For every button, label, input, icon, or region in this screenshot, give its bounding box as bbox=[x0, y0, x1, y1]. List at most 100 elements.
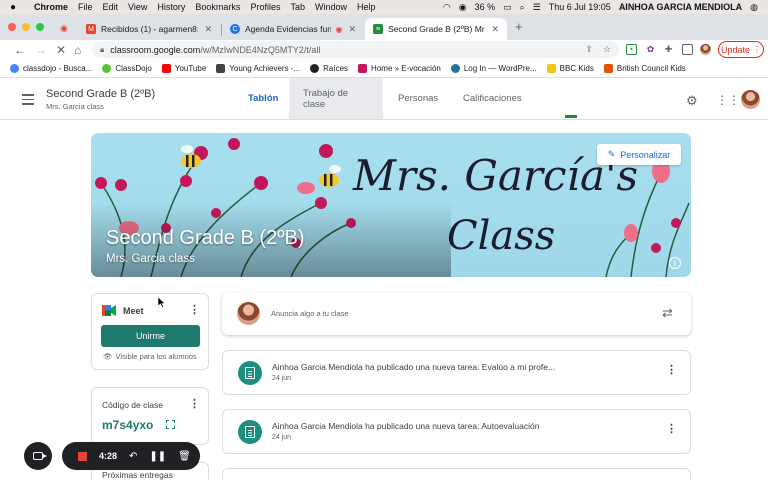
close-icon[interactable]: ✕ bbox=[204, 24, 212, 35]
upcoming-label: Próximas entregas bbox=[102, 470, 173, 480]
eye-icon: 👁︎ bbox=[103, 352, 113, 361]
menu-view[interactable]: View bbox=[128, 2, 147, 12]
more-options-icon[interactable]: ⋮ bbox=[189, 399, 200, 410]
bookmark-young-achievers[interactable]: Young Achievers -... bbox=[216, 64, 300, 73]
delete-icon[interactable]: 🗑︎ bbox=[178, 451, 191, 462]
wifi-icon[interactable]: ◠ bbox=[443, 2, 451, 13]
main-menu-icon[interactable] bbox=[22, 94, 34, 108]
tab-gmail[interactable]: M Recibidos (1) - agarmen818@ ✕ bbox=[78, 18, 220, 40]
classdojo-icon bbox=[102, 64, 112, 73]
close-icon[interactable]: ✕ bbox=[491, 24, 499, 35]
join-meet-button[interactable]: Unirme bbox=[101, 325, 200, 347]
profile-avatar[interactable] bbox=[700, 44, 711, 55]
undo-icon[interactable]: ↶ bbox=[129, 451, 137, 462]
zoom-window-button[interactable] bbox=[36, 23, 44, 31]
tab-classwork[interactable]: Trabajo de clase bbox=[289, 78, 383, 119]
camera-toggle-button[interactable] bbox=[24, 442, 52, 470]
stop-loading-icon[interactable]: ✕ bbox=[56, 42, 66, 58]
tab-classroom[interactable]: ≡ Second Grade B (2ºB) Mrs. Ga ✕ bbox=[365, 18, 507, 40]
customize-button[interactable]: ✎ Personalizar bbox=[597, 144, 681, 165]
assignment-icon bbox=[238, 420, 262, 444]
lock-icon[interactable]: 🔒︎ bbox=[100, 45, 104, 55]
apple-icon[interactable]: ● bbox=[10, 2, 20, 13]
share-icon[interactable]: ⇪ bbox=[585, 44, 593, 55]
menu-window[interactable]: Window bbox=[315, 2, 347, 12]
bookmark-bbc-kids[interactable]: BBC Kids bbox=[546, 64, 594, 73]
youtube-icon bbox=[161, 64, 171, 73]
more-options-icon[interactable]: ⋮ bbox=[189, 305, 200, 316]
minimize-window-button[interactable] bbox=[22, 23, 30, 31]
bookmark-youtube[interactable]: YouTube bbox=[161, 64, 206, 73]
siri-icon[interactable]: ◍ bbox=[750, 2, 758, 13]
bookmark-classdojo-search[interactable]: classdojo - Busca... bbox=[10, 64, 92, 73]
tab-grades[interactable]: Calificaciones bbox=[449, 78, 536, 119]
recording-status-icon[interactable]: ◉ bbox=[459, 2, 467, 13]
clock[interactable]: Thu 6 Jul 19:05 bbox=[549, 2, 611, 12]
new-tab-icon[interactable]: + bbox=[515, 19, 523, 34]
menu-history[interactable]: History bbox=[157, 2, 185, 12]
repost-icon[interactable]: ⇄ bbox=[662, 305, 673, 321]
tab-strip: ◉ M Recibidos (1) - agarmen818@ ✕ C Agen… bbox=[0, 14, 768, 40]
assignment-icon bbox=[238, 361, 262, 385]
announce-box[interactable]: Anuncia algo a tu clase ⇄ bbox=[222, 293, 691, 335]
menu-file[interactable]: File bbox=[78, 2, 93, 12]
menu-tab[interactable]: Tab bbox=[290, 2, 305, 12]
menu-bookmarks[interactable]: Bookmarks bbox=[195, 2, 240, 12]
stream-post[interactable]: Ainhoa Garcia Mendiola ha publicado una … bbox=[222, 350, 691, 395]
close-icon[interactable]: ✕ bbox=[348, 24, 356, 35]
extensions-puzzle-icon[interactable]: ✚ bbox=[663, 44, 674, 55]
update-label: Update bbox=[720, 44, 751, 55]
forward-icon[interactable]: → bbox=[35, 42, 47, 58]
home-icon[interactable]: ⌂ bbox=[74, 42, 81, 58]
update-button[interactable]: Update ⋮ bbox=[718, 41, 764, 58]
post-title: Ainhoa Garcia Mendiola ha publicado una … bbox=[272, 421, 540, 431]
info-icon[interactable]: i bbox=[669, 257, 681, 269]
url-path: /w/MzIwNDE4NzQ5MTY2/t/all bbox=[200, 44, 321, 55]
tab-people[interactable]: Personas bbox=[384, 78, 452, 119]
extension-green-icon[interactable]: ▪ bbox=[626, 44, 637, 55]
control-center-icon[interactable]: ☰ bbox=[533, 2, 541, 13]
stop-recording-icon[interactable] bbox=[78, 451, 87, 461]
bookmark-classdojo[interactable]: ClassDojo bbox=[102, 64, 152, 73]
menu-help[interactable]: Help bbox=[357, 2, 376, 12]
more-options-icon[interactable]: ⋮ bbox=[666, 365, 677, 376]
mouse-cursor bbox=[158, 297, 166, 308]
side-panel-icon[interactable] bbox=[682, 44, 693, 55]
back-icon[interactable]: ← bbox=[14, 42, 26, 58]
pause-icon[interactable]: ❚❚ bbox=[149, 451, 166, 462]
battery-percent[interactable]: 36 % bbox=[475, 2, 496, 12]
bookmark-wordpress[interactable]: Log In — WordPre... bbox=[450, 64, 537, 73]
fullscreen-icon[interactable] bbox=[166, 420, 175, 429]
bbc-kids-icon bbox=[546, 64, 556, 73]
menu-profiles[interactable]: Profiles bbox=[250, 2, 280, 12]
stream-post[interactable] bbox=[222, 468, 691, 480]
class-code-label: Código de clase bbox=[102, 400, 163, 410]
bookmark-british-council-kids[interactable]: British Council Kids bbox=[603, 64, 686, 73]
bookmark-raices[interactable]: Raíces bbox=[310, 64, 348, 73]
extension-flower-icon[interactable]: ✿ bbox=[645, 44, 656, 55]
settings-gear-icon[interactable]: ⚙ bbox=[686, 93, 698, 109]
search-icon[interactable]: ⌕ bbox=[520, 2, 525, 13]
address-bar[interactable]: 🔒︎ classroom.google.com /w/MzIwNDE4NzQ5M… bbox=[92, 41, 619, 58]
banner-class-title: Second Grade B (2ºB) bbox=[106, 227, 305, 249]
menu-app[interactable]: Chrome bbox=[34, 2, 68, 12]
more-options-icon[interactable]: ⋮ bbox=[666, 424, 677, 435]
google-icon bbox=[10, 64, 19, 73]
bookmarks-bar: classdojo - Busca... ClassDojo YouTube Y… bbox=[0, 60, 768, 78]
more-icon: ⋮ bbox=[753, 45, 762, 54]
bookmark-e-vocacion[interactable]: Home » E-vocación bbox=[358, 64, 441, 73]
tab-agenda[interactable]: C Agenda Evidencias fundam ◉ ✕ bbox=[222, 18, 364, 40]
post-date: 24 jun bbox=[272, 434, 292, 441]
recording-tab-indicator-icon[interactable]: ◉ bbox=[60, 23, 68, 34]
stream-post[interactable]: Ainhoa Garcia Mendiola ha publicado una … bbox=[222, 409, 691, 454]
menu-edit[interactable]: Edit bbox=[103, 2, 119, 12]
tab-stream[interactable]: Tablón bbox=[234, 78, 292, 119]
class-name[interactable]: Second Grade B (2ºB) bbox=[46, 88, 155, 100]
classroom-header: Second Grade B (2ºB) Mrs. Garcia class T… bbox=[0, 78, 768, 120]
user-name[interactable]: AINHOA GARCIA MENDIOLA bbox=[619, 2, 742, 12]
macos-menu-bar: ● Chrome File Edit View History Bookmark… bbox=[0, 0, 768, 14]
account-avatar[interactable] bbox=[741, 90, 760, 109]
close-window-button[interactable] bbox=[8, 23, 16, 31]
battery-icon[interactable]: ▭ bbox=[503, 2, 512, 13]
bookmark-star-icon[interactable]: ☆ bbox=[603, 44, 611, 55]
